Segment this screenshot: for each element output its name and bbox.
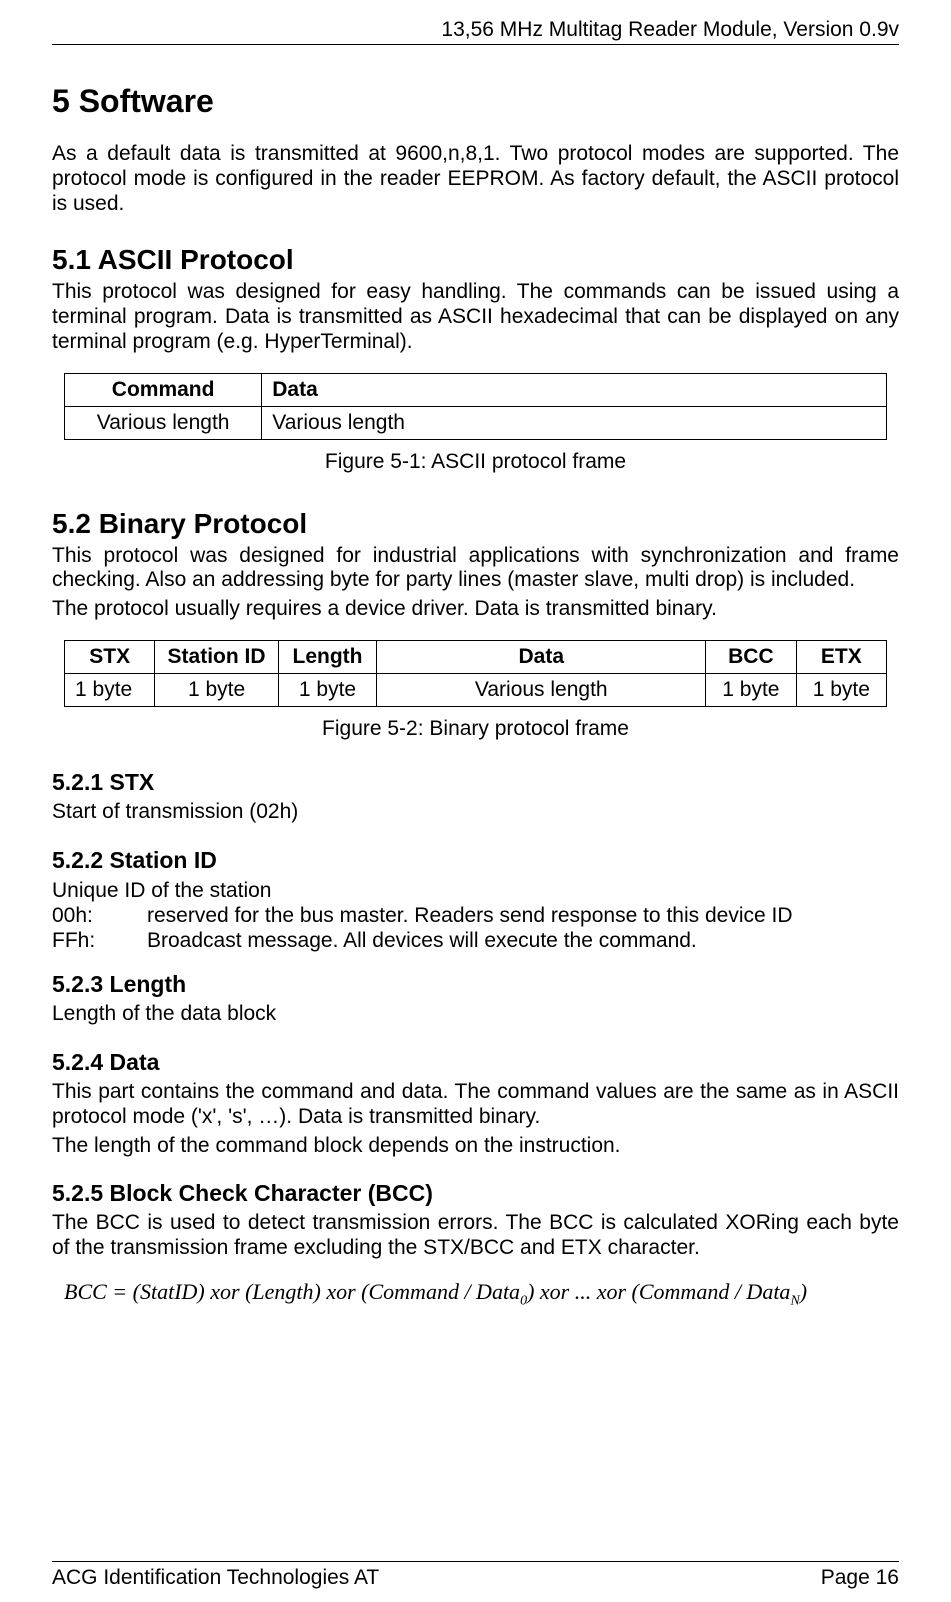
def-val-ffh: Broadcast message. All devices will exec… <box>147 928 697 953</box>
footer-left: ACG Identification Technologies AT <box>52 1566 379 1590</box>
intro-paragraph: As a default data is transmitted at 9600… <box>52 142 899 216</box>
h2-binary-protocol: 5.2 Binary Protocol <box>52 508 899 540</box>
f-xor-1: xor <box>210 1279 239 1304</box>
f-p1: (StatID) <box>133 1279 205 1304</box>
td-command: Various length <box>65 406 262 439</box>
length-body: Length of the data block <box>52 1002 899 1027</box>
def-row-00h: 00h: reserved for the bus master. Reader… <box>52 903 899 928</box>
ascii-frame-table: Command Data Various length Various leng… <box>64 373 887 440</box>
h3-stx: 5.2.1 STX <box>52 769 899 796</box>
h2-ascii-protocol: 5.1 ASCII Protocol <box>52 244 899 276</box>
f-p3b: ) <box>527 1279 534 1304</box>
def-key-ffh: FFh: <box>52 928 147 953</box>
table-row: STX Station ID Length Data BCC ETX <box>65 640 887 673</box>
th-data: Data <box>377 640 706 673</box>
def-val-00h: reserved for the bus master. Readers sen… <box>147 903 793 928</box>
f-p3a: (Command / Data <box>361 1279 520 1304</box>
table-row: Various length Various length <box>65 406 887 439</box>
th-data: Data <box>262 373 887 406</box>
data-body-1: This part contains the command and data.… <box>52 1080 899 1130</box>
binary-frame-table: STX Station ID Length Data BCC ETX 1 byt… <box>64 640 887 707</box>
footer-right: Page 16 <box>821 1566 899 1590</box>
data-body-2: The length of the command block depends … <box>52 1134 899 1159</box>
f-p4a: (Command / Data <box>632 1279 791 1304</box>
table-row: 1 byte 1 byte 1 byte Various length 1 by… <box>65 673 887 706</box>
f-xor-4: xor <box>597 1279 626 1304</box>
station-id-defs: Unique ID of the station 00h: reserved f… <box>52 878 899 954</box>
h3-bcc: 5.2.5 Block Check Character (BCC) <box>52 1180 899 1207</box>
f-subN: N <box>790 1293 799 1308</box>
th-station-id: Station ID <box>155 640 278 673</box>
bcc-formula: BCC = (StatID) xor (Length) xor (Command… <box>64 1279 899 1309</box>
td-stx: 1 byte <box>65 673 155 706</box>
f-p4b: ) <box>800 1279 807 1304</box>
td-data: Various length <box>262 406 887 439</box>
h3-length: 5.2.3 Length <box>52 971 899 998</box>
h1-software: 5 Software <box>52 83 899 120</box>
f-dots: ... <box>575 1279 592 1304</box>
h3-data: 5.2.4 Data <box>52 1049 899 1076</box>
table-row: Command Data <box>65 373 887 406</box>
binary-protocol-body-2: The protocol usually requires a device d… <box>52 597 899 622</box>
td-station-id: 1 byte <box>155 673 278 706</box>
td-etx: 1 byte <box>796 673 886 706</box>
figure-5-2-caption: Figure 5-2: Binary protocol frame <box>52 717 899 741</box>
th-stx: STX <box>65 640 155 673</box>
td-length: 1 byte <box>278 673 377 706</box>
h3-station-id: 5.2.2 Station ID <box>52 847 899 874</box>
stx-body: Start of transmission (02h) <box>52 800 899 825</box>
td-bcc: 1 byte <box>706 673 796 706</box>
f-p2: (Length) <box>245 1279 321 1304</box>
th-etx: ETX <box>796 640 886 673</box>
th-bcc: BCC <box>706 640 796 673</box>
def-row-ffh: FFh: Broadcast message. All devices will… <box>52 928 899 953</box>
figure-5-1-caption: Figure 5-1: ASCII protocol frame <box>52 450 899 474</box>
th-command: Command <box>65 373 262 406</box>
binary-protocol-body-1: This protocol was designed for industria… <box>52 544 899 594</box>
f-xor-2: xor <box>326 1279 355 1304</box>
f-eq: = <box>112 1279 127 1304</box>
page-header: 13,56 MHz Multitag Reader Module, Versio… <box>52 18 899 45</box>
page-footer: ACG Identification Technologies AT Page … <box>52 1561 899 1590</box>
f-sub0: 0 <box>520 1293 527 1308</box>
f-xor-3: xor <box>540 1279 569 1304</box>
bcc-body: The BCC is used to detect transmission e… <box>52 1211 899 1261</box>
td-data: Various length <box>377 673 706 706</box>
def-key-00h: 00h: <box>52 903 147 928</box>
station-id-line1: Unique ID of the station <box>52 878 899 903</box>
ascii-protocol-body: This protocol was designed for easy hand… <box>52 280 899 354</box>
f-lhs: BCC <box>64 1279 107 1304</box>
th-length: Length <box>278 640 377 673</box>
